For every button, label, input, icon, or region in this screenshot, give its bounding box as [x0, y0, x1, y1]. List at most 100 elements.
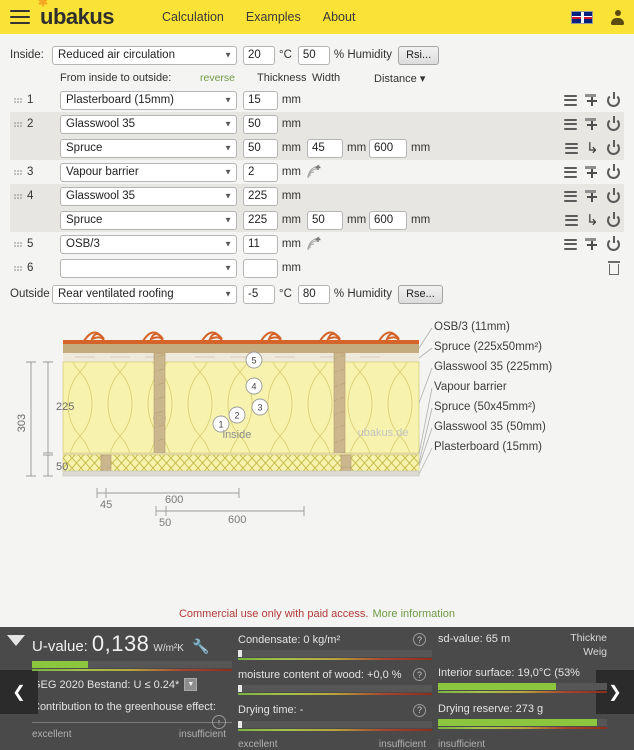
layer-menu-icon[interactable] [564, 166, 577, 178]
toggle-layer-icon[interactable] [607, 163, 620, 179]
material-select[interactable]: Vapour barrier ▼ [60, 162, 237, 182]
thickness-input[interactable]: 50 [243, 114, 278, 134]
merge-layer-icon[interactable]: ↲ [586, 212, 599, 229]
brand-logo[interactable]: ✱ ubakus [38, 0, 115, 30]
layer-menu-icon[interactable] [565, 214, 579, 226]
condensate-help-icon[interactable]: ? [413, 633, 426, 646]
thickness-input[interactable] [243, 258, 278, 278]
thickness-input[interactable]: 225 [243, 210, 278, 230]
hamburger-icon[interactable] [10, 10, 30, 24]
user-icon[interactable] [611, 9, 624, 25]
add-sublayer-icon[interactable] [585, 165, 599, 179]
material-select[interactable]: Spruce ▼ [60, 210, 237, 230]
wood-layer-add-icon[interactable] [307, 237, 321, 251]
thickness-input[interactable]: 15 [243, 90, 278, 110]
callout-2: Glasswool 35 (225mm) [434, 361, 552, 373]
distance-value: 600 [374, 214, 394, 226]
reverse-link[interactable]: reverse [200, 72, 257, 84]
drag-handle[interactable] [14, 169, 24, 175]
toggle-layer-icon[interactable] [607, 91, 620, 107]
toggle-layer-icon[interactable] [607, 115, 620, 131]
row-actions: ↲ [565, 139, 624, 157]
drag-handle[interactable] [14, 265, 24, 271]
chevron-down-icon: ▼ [224, 95, 232, 105]
more-information-link[interactable]: More information [372, 608, 455, 620]
nav-item-about[interactable]: About [323, 10, 356, 24]
results-col-surface: sd-value: 65 m Thickne Weig Interior sur… [432, 631, 607, 750]
material-select[interactable]: OSB/3 ▼ [60, 234, 237, 254]
layer-menu-icon[interactable] [564, 94, 577, 106]
thickness-unit: mm [281, 214, 301, 226]
svg-text:4: 4 [251, 382, 256, 392]
layer-row: 2 Glasswool 35 ▼ 50 mm [10, 112, 624, 136]
toggle-layer-icon[interactable] [607, 187, 620, 203]
toggle-layer-icon[interactable] [607, 139, 620, 155]
add-sublayer-icon[interactable] [585, 189, 599, 203]
add-sublayer-icon[interactable] [585, 237, 599, 251]
layer-menu-icon[interactable] [564, 190, 577, 202]
material-select[interactable]: Glasswool 35 ▼ [60, 114, 237, 134]
drag-handle[interactable] [14, 121, 24, 127]
distance-input[interactable]: 600 [369, 210, 407, 230]
wrench-icon[interactable]: 🔧 [192, 638, 209, 655]
outside-temp-input[interactable]: -5 [243, 284, 275, 304]
merge-layer-icon[interactable]: ↲ [586, 140, 599, 157]
width-input[interactable]: 45 [307, 138, 343, 158]
chevron-down-icon: ▼ [224, 239, 232, 249]
material-select[interactable]: ▼ [60, 258, 237, 278]
thickness-input[interactable]: 11 [243, 234, 278, 254]
layer-menu-icon[interactable] [564, 238, 577, 250]
drag-handle[interactable] [14, 193, 24, 199]
condensate-row: Condensate: 0 kg/m² ? [238, 633, 432, 646]
rse-button[interactable]: Rse... [398, 284, 443, 304]
thickness-input[interactable]: 50 [243, 138, 278, 158]
drag-handle[interactable] [14, 97, 24, 103]
standard-select[interactable]: ▼ [184, 678, 198, 691]
inside-temp-input[interactable]: 20 [243, 45, 275, 65]
outside-humidity-input[interactable]: 80 [297, 284, 330, 304]
drying-time-help-icon[interactable]: ? [413, 703, 426, 717]
drag-handle[interactable] [14, 241, 24, 247]
layer-row: Spruce ▼ 50 mm 45 mm 600 mm ↲ [10, 136, 624, 160]
moisture-bar [238, 685, 432, 696]
uk-flag-icon[interactable] [571, 10, 593, 24]
column-headers: From inside to outside: reverse Thicknes… [10, 68, 624, 88]
results-panel: ❮ ❯ U-value: 0,138 W/m²K 🔧 GEG 2020 Best… [0, 627, 634, 750]
material-select[interactable]: Spruce ▼ [60, 138, 237, 158]
material-select[interactable]: Glasswool 35 ▼ [60, 186, 237, 206]
outside-condition-select[interactable]: Rear ventilated roofing ▼ [52, 284, 237, 304]
inside-temp-value: 20 [248, 49, 261, 61]
nav-item-calculation[interactable]: Calculation [162, 10, 224, 24]
distance-input[interactable]: 600 [369, 138, 407, 158]
drying-reserve-label: Drying reserve: 273 g [438, 703, 544, 715]
drying-time-row: Drying time: - ? [238, 703, 432, 717]
moisture-help-icon[interactable]: ? [413, 668, 426, 682]
results-col-moisture: Condensate: 0 kg/m² ? moisture content o… [232, 631, 432, 750]
distance-value: 600 [374, 142, 394, 154]
nav-item-examples[interactable]: Examples [246, 10, 301, 24]
chevron-down-icon: ▼ [224, 263, 232, 273]
toggle-layer-icon[interactable] [607, 235, 620, 251]
thickness-unit: mm [281, 118, 301, 130]
prev-button[interactable]: ❮ [0, 670, 38, 714]
layer-menu-icon[interactable] [564, 118, 577, 130]
thickness-unit: mm [281, 142, 301, 154]
inside-condition-select[interactable]: Reduced air circulation ▼ [52, 45, 237, 65]
inside-humidity-input[interactable]: 50 [297, 45, 330, 65]
add-sublayer-icon[interactable] [585, 93, 599, 107]
width-input[interactable]: 50 [307, 210, 343, 230]
distance-header[interactable]: Distance ▾ [374, 72, 425, 85]
layer-menu-icon[interactable] [565, 142, 579, 154]
add-sublayer-icon[interactable] [585, 117, 599, 131]
thickness-input[interactable]: 225 [243, 186, 278, 206]
delete-layer-icon[interactable] [608, 261, 620, 275]
greenhouse-help-icon[interactable]: ↑ [212, 715, 226, 729]
thickness-input[interactable]: 2 [243, 162, 278, 182]
dim-45: 45 [100, 499, 112, 511]
moisture-row: moisture content of wood: +0,0 % ? [238, 668, 432, 682]
toggle-layer-icon[interactable] [607, 211, 620, 227]
rsi-button[interactable]: Rsi... [398, 45, 440, 65]
wood-layer-add-icon[interactable] [307, 165, 321, 179]
inside-humidity-unit: % Humidity [333, 49, 393, 61]
material-select[interactable]: Plasterboard (15mm) ▼ [60, 90, 237, 110]
